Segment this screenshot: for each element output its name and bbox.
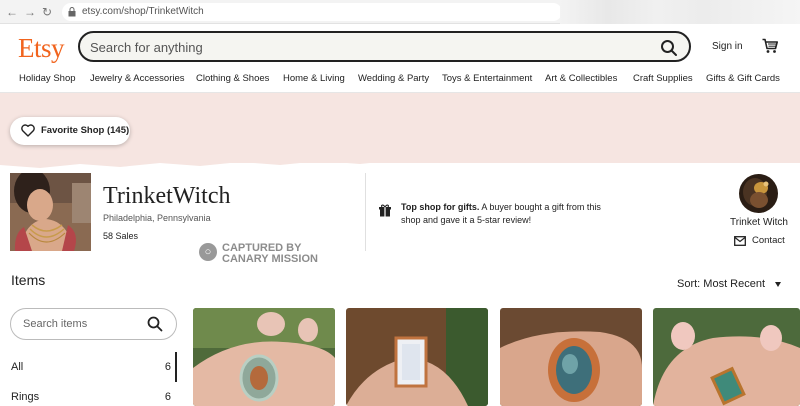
category-toys[interactable]: Toys & Entertainment: [442, 73, 532, 84]
back-arrow-icon[interactable]: ←: [6, 4, 18, 20]
active-section-indicator: [175, 352, 177, 382]
items-heading: Items: [11, 272, 46, 288]
section-label: All: [11, 361, 24, 373]
favorite-shop-label: Favorite Shop (145): [41, 125, 130, 136]
section-item-rings[interactable]: Rings 6: [11, 391, 171, 406]
gift-note-headline: Top shop for gifts.: [401, 202, 480, 212]
top-shop-gift-note: Top shop for gifts. A buyer bought a gif…: [401, 201, 621, 227]
category-clothing[interactable]: Clothing & Shoes: [196, 73, 269, 84]
items-search-input[interactable]: [23, 316, 143, 332]
gift-icon: [379, 204, 391, 217]
owner-name[interactable]: Trinket Witch: [730, 217, 788, 228]
category-nav: Holiday Shop Jewelry & Accessories Cloth…: [0, 73, 800, 87]
favorite-shop-button[interactable]: Favorite Shop (145): [10, 117, 130, 145]
items-search-box[interactable]: [10, 308, 177, 340]
section-item-all[interactable]: All 6: [11, 361, 171, 377]
sort-dropdown[interactable]: Sort: Most Recent: [677, 278, 765, 290]
url-field[interactable]: etsy.com/shop/TrinketWitch: [62, 3, 562, 21]
category-gifts[interactable]: Gifts & Gift Cards: [706, 73, 780, 84]
category-craft-supplies[interactable]: Craft Supplies: [633, 73, 693, 84]
envelope-icon: [734, 236, 746, 246]
lock-icon: [68, 7, 76, 17]
category-holiday-shop[interactable]: Holiday Shop: [19, 73, 76, 84]
listing-image: [653, 308, 800, 406]
shop-sales[interactable]: 58 Sales: [103, 231, 138, 241]
section-label: Rings: [11, 391, 40, 403]
heart-icon: [21, 124, 35, 137]
listing-image: [193, 308, 335, 406]
url-text: etsy.com/shop/TrinketWitch: [82, 6, 204, 17]
section-count: 6: [164, 361, 171, 373]
sign-in-link[interactable]: Sign in: [712, 41, 743, 52]
owner-avatar-image: [739, 174, 778, 213]
category-home-living[interactable]: Home & Living: [283, 73, 345, 84]
listing-image: [346, 308, 488, 406]
search-bar[interactable]: [78, 31, 691, 62]
watermark-line-2: CANARY MISSION: [222, 253, 318, 265]
search-input[interactable]: [90, 37, 630, 57]
listing-thumbnail[interactable]: [653, 308, 800, 406]
blurred-toolbar-area: [560, 0, 800, 24]
listing-thumbnail[interactable]: [500, 308, 642, 406]
shop-name: TrinketWitch: [103, 183, 231, 209]
etsy-logo[interactable]: Etsy: [18, 33, 65, 64]
category-wedding-party[interactable]: Wedding & Party: [358, 73, 429, 84]
listing-image: [500, 308, 642, 406]
shop-photo-image: [10, 173, 91, 251]
caret-down-icon[interactable]: [775, 282, 781, 287]
listing-thumbnail[interactable]: [193, 308, 335, 406]
shop-location: Philadelphia, Pennsylvania: [103, 213, 211, 223]
category-art[interactable]: Art & Collectibles: [545, 73, 617, 84]
forward-arrow-icon[interactable]: →: [24, 4, 36, 20]
reload-icon[interactable]: ↻: [42, 4, 52, 20]
contact-label: Contact: [752, 235, 785, 246]
listing-thumbnail[interactable]: [346, 308, 488, 406]
owner-avatar[interactable]: [739, 174, 778, 213]
watermark-logo-icon: ○: [199, 243, 217, 261]
search-icon[interactable]: [660, 39, 678, 57]
shop-icon-photo: [10, 173, 91, 251]
category-jewelry[interactable]: Jewelry & Accessories: [90, 73, 185, 84]
section-count: 6: [164, 391, 171, 403]
shop-info-divider: [365, 173, 366, 251]
search-icon[interactable]: [147, 316, 163, 332]
cart-icon[interactable]: [762, 38, 778, 54]
banner-torn-edge: [0, 150, 800, 168]
browser-address-bar: ← → ↻ etsy.com/shop/TrinketWitch: [0, 0, 800, 24]
